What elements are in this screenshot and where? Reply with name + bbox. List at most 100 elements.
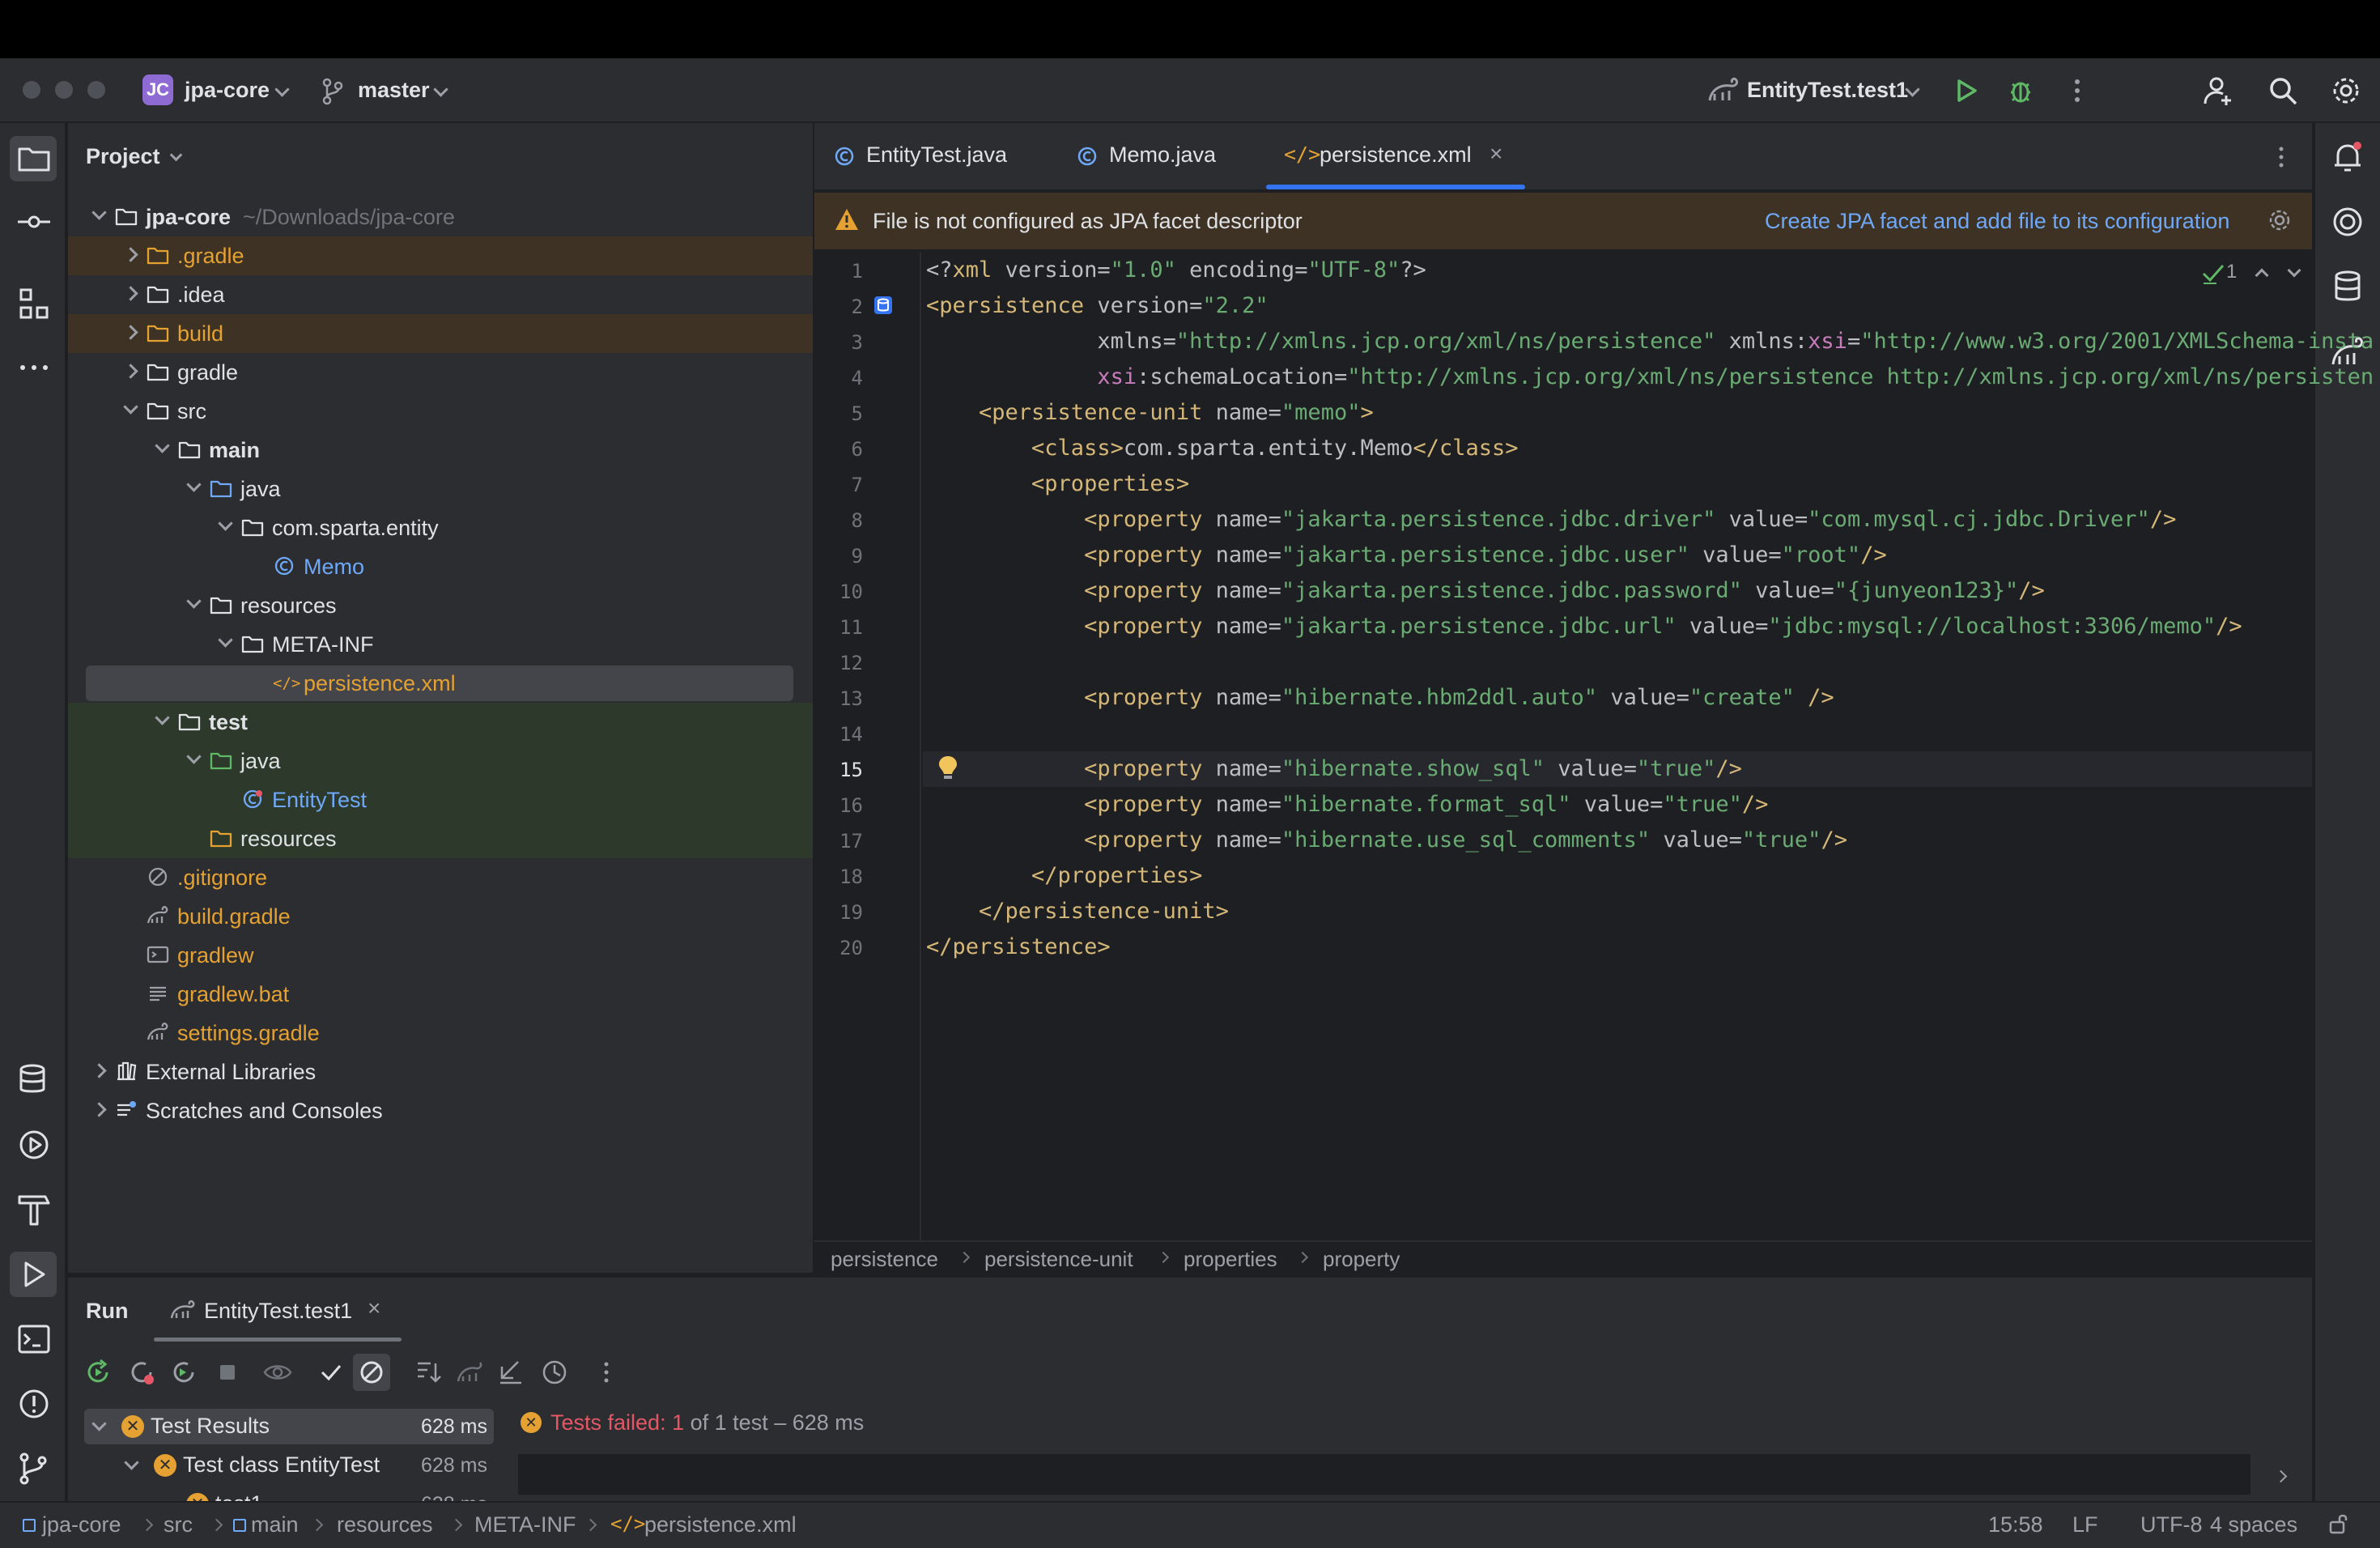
chevron-down-icon[interactable] bbox=[91, 205, 107, 220]
chevron-right-icon[interactable] bbox=[123, 247, 138, 262]
tree-item-resources[interactable]: resources bbox=[68, 586, 813, 625]
code-line[interactable]: <property name="jakarta.persistence.jdbc… bbox=[926, 573, 2045, 609]
close-window-button[interactable] bbox=[23, 81, 40, 99]
chevron-down-icon[interactable] bbox=[186, 593, 202, 609]
branch-switcher[interactable]: master bbox=[358, 78, 430, 103]
notifications-bell-icon[interactable] bbox=[2330, 139, 2365, 175]
database-services-icon[interactable] bbox=[16, 1062, 52, 1098]
code-line[interactable]: </properties> bbox=[926, 858, 1202, 894]
chevron-right-icon[interactable] bbox=[123, 325, 138, 340]
problems-icon[interactable] bbox=[16, 1386, 52, 1422]
code-line[interactable]: <?xml version="1.0" encoding="UTF-8"?> bbox=[926, 253, 1426, 288]
database-gutter-icon[interactable] bbox=[873, 295, 894, 316]
tree-item-java[interactable]: java bbox=[68, 470, 813, 508]
chevron-right-icon[interactable] bbox=[91, 1102, 107, 1117]
tree-item-gradle[interactable]: gradle bbox=[68, 353, 813, 392]
chevron-down-icon[interactable] bbox=[186, 477, 202, 492]
project-switcher[interactable]: jpa-core bbox=[185, 78, 270, 103]
tree-item-test[interactable]: test bbox=[68, 703, 813, 742]
status-path-file[interactable]: persistence.xml bbox=[644, 1512, 797, 1537]
indent-settings[interactable]: 4 spaces bbox=[2210, 1512, 2297, 1537]
run-icon[interactable] bbox=[1949, 74, 1982, 107]
breadcrumb-persistence[interactable]: persistence bbox=[831, 1247, 938, 1272]
tree-item-meta-inf[interactable]: META-INF bbox=[68, 625, 813, 664]
chevron-down-icon[interactable] bbox=[218, 632, 233, 648]
build-icon[interactable] bbox=[16, 1192, 52, 1227]
ai-assistant-icon[interactable] bbox=[2330, 204, 2365, 240]
structure-icon[interactable] bbox=[16, 287, 52, 322]
tree-item-gitignore[interactable]: .gitignore bbox=[68, 858, 813, 897]
zoom-window-button[interactable] bbox=[87, 81, 105, 99]
status-path-resources[interactable]: resources bbox=[337, 1512, 433, 1537]
code-line[interactable]: </persistence-unit> bbox=[926, 894, 1229, 929]
status-path-meta-inf[interactable]: META-INF bbox=[474, 1512, 576, 1537]
debug-icon[interactable] bbox=[2004, 74, 2037, 107]
services-icon[interactable] bbox=[16, 1127, 52, 1163]
tree-item-idea[interactable]: .idea bbox=[68, 275, 813, 314]
breadcrumb-properties[interactable]: properties bbox=[1184, 1247, 1277, 1272]
show-passed-icon[interactable] bbox=[316, 1357, 346, 1388]
status-path-src[interactable]: src bbox=[164, 1512, 193, 1537]
run-tool-icon[interactable] bbox=[16, 1257, 52, 1292]
hide-ignored-icon[interactable] bbox=[356, 1357, 387, 1388]
chevron-down-icon[interactable] bbox=[155, 438, 170, 453]
code-line[interactable]: <property name="jakarta.persistence.jdbc… bbox=[926, 538, 1887, 573]
console-output-area[interactable] bbox=[518, 1454, 2250, 1495]
add-user-icon[interactable] bbox=[2202, 74, 2234, 107]
minimize-window-button[interactable] bbox=[55, 81, 73, 99]
chevron-down-icon[interactable] bbox=[218, 516, 233, 531]
tree-item-scratches-and-consoles[interactable]: Scratches and Consoles bbox=[68, 1091, 813, 1130]
project-badge[interactable]: JC bbox=[142, 74, 173, 105]
tree-item-entitytest[interactable]: EntityTest bbox=[68, 780, 813, 819]
inspection-ok-icon[interactable] bbox=[2202, 262, 2226, 285]
terminal-icon[interactable] bbox=[16, 1321, 52, 1357]
tree-item-jpa-core[interactable]: jpa-core ~/Downloads/jpa-core bbox=[68, 198, 813, 236]
close-tab-icon[interactable]: × bbox=[1490, 141, 1502, 167]
sort-icon[interactable] bbox=[413, 1357, 444, 1388]
import-tests-icon[interactable] bbox=[455, 1357, 486, 1388]
code-line[interactable]: <property name="hibernate.hbm2ddl.auto" … bbox=[926, 680, 1834, 716]
rerun-failed-icon[interactable] bbox=[126, 1357, 157, 1388]
code-line[interactable]: <property name="jakarta.persistence.jdbc… bbox=[926, 502, 2176, 538]
code-line[interactable]: xsi:schemaLocation="http://xmlns.jcp.org… bbox=[926, 359, 2374, 395]
more-tools-icon[interactable] bbox=[16, 350, 52, 385]
chevron-down-icon[interactable] bbox=[155, 710, 170, 725]
caret-position[interactable]: 15:58 bbox=[1988, 1512, 2043, 1537]
code-line[interactable]: <class>com.sparta.entity.Memo</class> bbox=[926, 431, 1518, 466]
chevron-right-icon[interactable] bbox=[123, 364, 138, 379]
read-only-toggle-icon[interactable] bbox=[2328, 1512, 2349, 1535]
tree-item-gradle[interactable]: .gradle bbox=[68, 236, 813, 275]
chevron-right-icon[interactable] bbox=[91, 1063, 107, 1078]
test-history-icon[interactable] bbox=[539, 1357, 570, 1388]
code-line[interactable]: <property name="hibernate.use_sql_commen… bbox=[926, 823, 1847, 858]
code-line[interactable]: xmlns="http://xmlns.jcp.org/xml/ns/persi… bbox=[926, 324, 2374, 359]
intention-bulb-icon[interactable] bbox=[937, 755, 958, 782]
code-line[interactable]: </persistence> bbox=[926, 929, 1111, 965]
code-line[interactable]: <property name="hibernate.format_sql" va… bbox=[926, 787, 1768, 823]
tree-item-resources[interactable]: resources bbox=[68, 819, 813, 858]
chevron-down-icon[interactable] bbox=[186, 749, 202, 764]
file-encoding[interactable]: UTF-8 bbox=[2140, 1512, 2203, 1537]
rerun-icon[interactable] bbox=[83, 1357, 113, 1388]
code-line[interactable]: <properties> bbox=[926, 466, 1189, 502]
tree-item-build[interactable]: build bbox=[68, 314, 813, 353]
test-result-label[interactable]: Test Results bbox=[151, 1414, 270, 1449]
status-path-project[interactable]: jpa-core bbox=[42, 1512, 121, 1537]
settings-gear-icon[interactable] bbox=[2330, 74, 2362, 107]
project-folder-icon[interactable] bbox=[16, 141, 52, 176]
tree-item-com-sparta-entity[interactable]: com.sparta.entity bbox=[68, 508, 813, 547]
close-run-tab-icon[interactable]: × bbox=[368, 1295, 380, 1321]
breadcrumb-property[interactable]: property bbox=[1323, 1247, 1400, 1272]
tree-item-gradlew[interactable]: gradlew bbox=[68, 936, 813, 975]
tree-item-main[interactable]: main bbox=[68, 431, 813, 470]
run-config-selector[interactable]: EntityTest.test1 bbox=[1747, 78, 1908, 103]
project-view-selector[interactable]: Project bbox=[86, 144, 160, 169]
run-tab-entitytest[interactable]: EntityTest.test1 bbox=[204, 1299, 352, 1324]
tree-item-build-gradle[interactable]: build.gradle bbox=[68, 897, 813, 936]
tree-item-gradlew-bat[interactable]: gradlew.bat bbox=[68, 975, 813, 1014]
tree-item-external-libraries[interactable]: External Libraries bbox=[68, 1053, 813, 1091]
tab-memo-java[interactable]: Memo.java bbox=[1109, 142, 1216, 168]
breadcrumb-persistence-unit[interactable]: persistence-unit bbox=[984, 1247, 1133, 1272]
tab-actions-icon[interactable] bbox=[2273, 144, 2289, 170]
chevron-right-icon[interactable] bbox=[123, 286, 138, 301]
